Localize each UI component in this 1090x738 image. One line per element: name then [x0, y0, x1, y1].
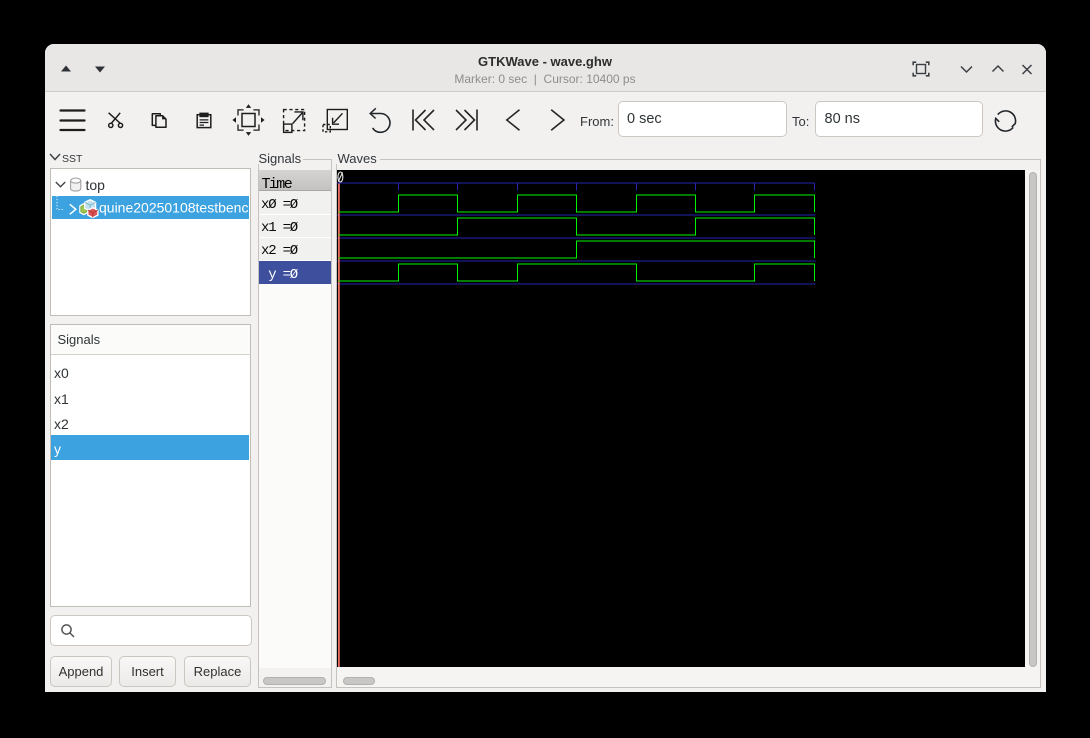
svg-text:quine20250108testbenc: quine20250108testbenc [99, 200, 248, 216]
